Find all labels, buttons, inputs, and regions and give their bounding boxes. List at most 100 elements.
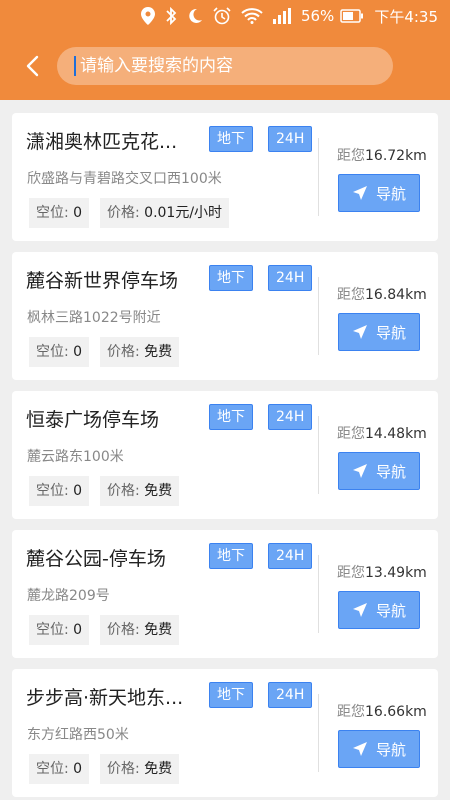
- parking-card[interactable]: 麓谷公园-停车场 地下 24H 麓龙路209号 空位: 0 价格: 免费 距您1…: [12, 530, 438, 658]
- distance: 距您14.48km: [337, 423, 427, 443]
- price-label: 价格:: [107, 483, 140, 499]
- divider: [318, 277, 319, 355]
- price-label: 价格:: [107, 761, 140, 777]
- space-value: 0: [73, 344, 83, 360]
- price-chip: 价格: 免费: [100, 615, 180, 645]
- navigate-label: 导航: [375, 601, 406, 620]
- parking-address: 麓龙路209号: [27, 588, 110, 604]
- navigate-label: 导航: [375, 462, 406, 481]
- parking-card[interactable]: 麓谷新世界停车场 地下 24H 枫林三路1022号附近 空位: 0 价格: 免费…: [12, 252, 438, 380]
- space-label: 空位:: [36, 622, 69, 638]
- price-chip: 价格: 免费: [100, 337, 180, 367]
- divider: [318, 416, 319, 494]
- parking-address: 欣盛路与青碧路交叉口西100米: [27, 171, 222, 187]
- parking-name: 麓谷公园-停车场: [26, 548, 166, 570]
- space-label: 空位:: [36, 483, 69, 499]
- underground-tag: 地下: [209, 404, 253, 430]
- parking-card[interactable]: 步步高·新天地东... 地下 24H 东方红路西50米 空位: 0 价格: 免费…: [12, 669, 438, 797]
- moon-icon: [187, 8, 203, 24]
- battery-icon: [340, 9, 364, 23]
- divider: [318, 555, 319, 633]
- wifi-icon: [241, 8, 263, 24]
- navigate-button[interactable]: 导航: [338, 174, 420, 212]
- space-chip: 空位: 0: [29, 337, 90, 367]
- distance-value: 13.49km: [365, 565, 427, 581]
- distance-label: 距您: [337, 148, 365, 164]
- search-input[interactable]: [78, 55, 382, 77]
- price-chip: 价格: 免费: [100, 476, 180, 506]
- bluetooth-icon: [165, 7, 177, 25]
- navigate-label: 导航: [375, 740, 406, 759]
- space-label: 空位:: [36, 761, 69, 777]
- navigate-button[interactable]: 导航: [338, 313, 420, 351]
- alarm-icon: [213, 7, 231, 25]
- underground-tag: 地下: [209, 682, 253, 708]
- navigate-button[interactable]: 导航: [338, 730, 420, 768]
- text-cursor: [74, 56, 76, 76]
- back-button[interactable]: [20, 54, 44, 78]
- parking-address: 枫林三路1022号附近: [27, 310, 161, 326]
- 24h-tag: 24H: [268, 126, 313, 152]
- space-value: 0: [73, 761, 83, 777]
- distance-value: 16.72km: [365, 148, 427, 164]
- parking-card[interactable]: 恒泰广场停车场 地下 24H 麓云路东100米 空位: 0 价格: 免费 距您1…: [12, 391, 438, 519]
- space-value: 0: [73, 483, 83, 499]
- space-label: 空位:: [36, 344, 69, 360]
- price-chip: 价格: 免费: [100, 754, 180, 784]
- 24h-tag: 24H: [268, 543, 313, 569]
- parking-name: 步步高·新天地东...: [26, 687, 184, 709]
- price-chip: 价格: 0.01元/小时: [100, 198, 230, 228]
- price-value: 免费: [144, 344, 173, 360]
- search-box[interactable]: [57, 47, 393, 85]
- distance: 距您16.66km: [337, 701, 427, 721]
- signal-icon: [272, 8, 291, 24]
- space-chip: 空位: 0: [29, 476, 90, 506]
- space-chip: 空位: 0: [29, 615, 90, 645]
- parking-name: 麓谷新世界停车场: [26, 270, 179, 292]
- price-value: 0.01元/小时: [144, 205, 223, 221]
- price-value: 免费: [144, 622, 173, 638]
- search-header: [0, 32, 450, 100]
- price-label: 价格:: [107, 344, 140, 360]
- navigation-arrow-icon: [352, 186, 367, 200]
- price-value: 免费: [144, 483, 173, 499]
- underground-tag: 地下: [209, 265, 253, 291]
- navigate-label: 导航: [375, 184, 406, 203]
- parking-address: 东方红路西50米: [27, 727, 129, 743]
- distance: 距您16.72km: [337, 145, 427, 165]
- space-value: 0: [73, 622, 83, 638]
- distance-label: 距您: [337, 287, 365, 303]
- 24h-tag: 24H: [268, 682, 313, 708]
- navigation-arrow-icon: [352, 325, 367, 339]
- parking-name: 潇湘奥林匹克花...: [26, 131, 178, 153]
- parking-address: 麓云路东100米: [27, 449, 124, 465]
- 24h-tag: 24H: [268, 404, 313, 430]
- price-label: 价格:: [107, 205, 140, 221]
- distance: 距您13.49km: [337, 562, 427, 582]
- distance: 距您16.84km: [337, 284, 427, 304]
- navigate-button[interactable]: 导航: [338, 452, 420, 490]
- parking-name: 恒泰广场停车场: [26, 409, 160, 431]
- space-chip: 空位: 0: [29, 754, 90, 784]
- space-chip: 空位: 0: [29, 198, 90, 228]
- divider: [318, 138, 319, 216]
- clock: 下午4:35: [374, 7, 438, 26]
- distance-label: 距您: [337, 565, 365, 581]
- parking-card[interactable]: 潇湘奥林匹克花... 地下 24H 欣盛路与青碧路交叉口西100米 空位: 0 …: [12, 113, 438, 241]
- navigation-arrow-icon: [352, 742, 367, 756]
- underground-tag: 地下: [209, 126, 253, 152]
- distance-label: 距您: [337, 704, 365, 720]
- underground-tag: 地下: [209, 543, 253, 569]
- price-value: 免费: [144, 761, 173, 777]
- distance-label: 距您: [337, 426, 365, 442]
- battery-percent: 56%: [300, 7, 335, 25]
- distance-value: 16.84km: [365, 287, 427, 303]
- navigation-arrow-icon: [352, 603, 367, 617]
- navigate-button[interactable]: 导航: [338, 591, 420, 629]
- distance-value: 14.48km: [365, 426, 427, 442]
- status-bar: 56% 下午4:35: [0, 0, 450, 32]
- space-value: 0: [73, 205, 83, 221]
- location-icon: [140, 7, 155, 25]
- divider: [318, 694, 319, 772]
- navigate-label: 导航: [375, 323, 406, 342]
